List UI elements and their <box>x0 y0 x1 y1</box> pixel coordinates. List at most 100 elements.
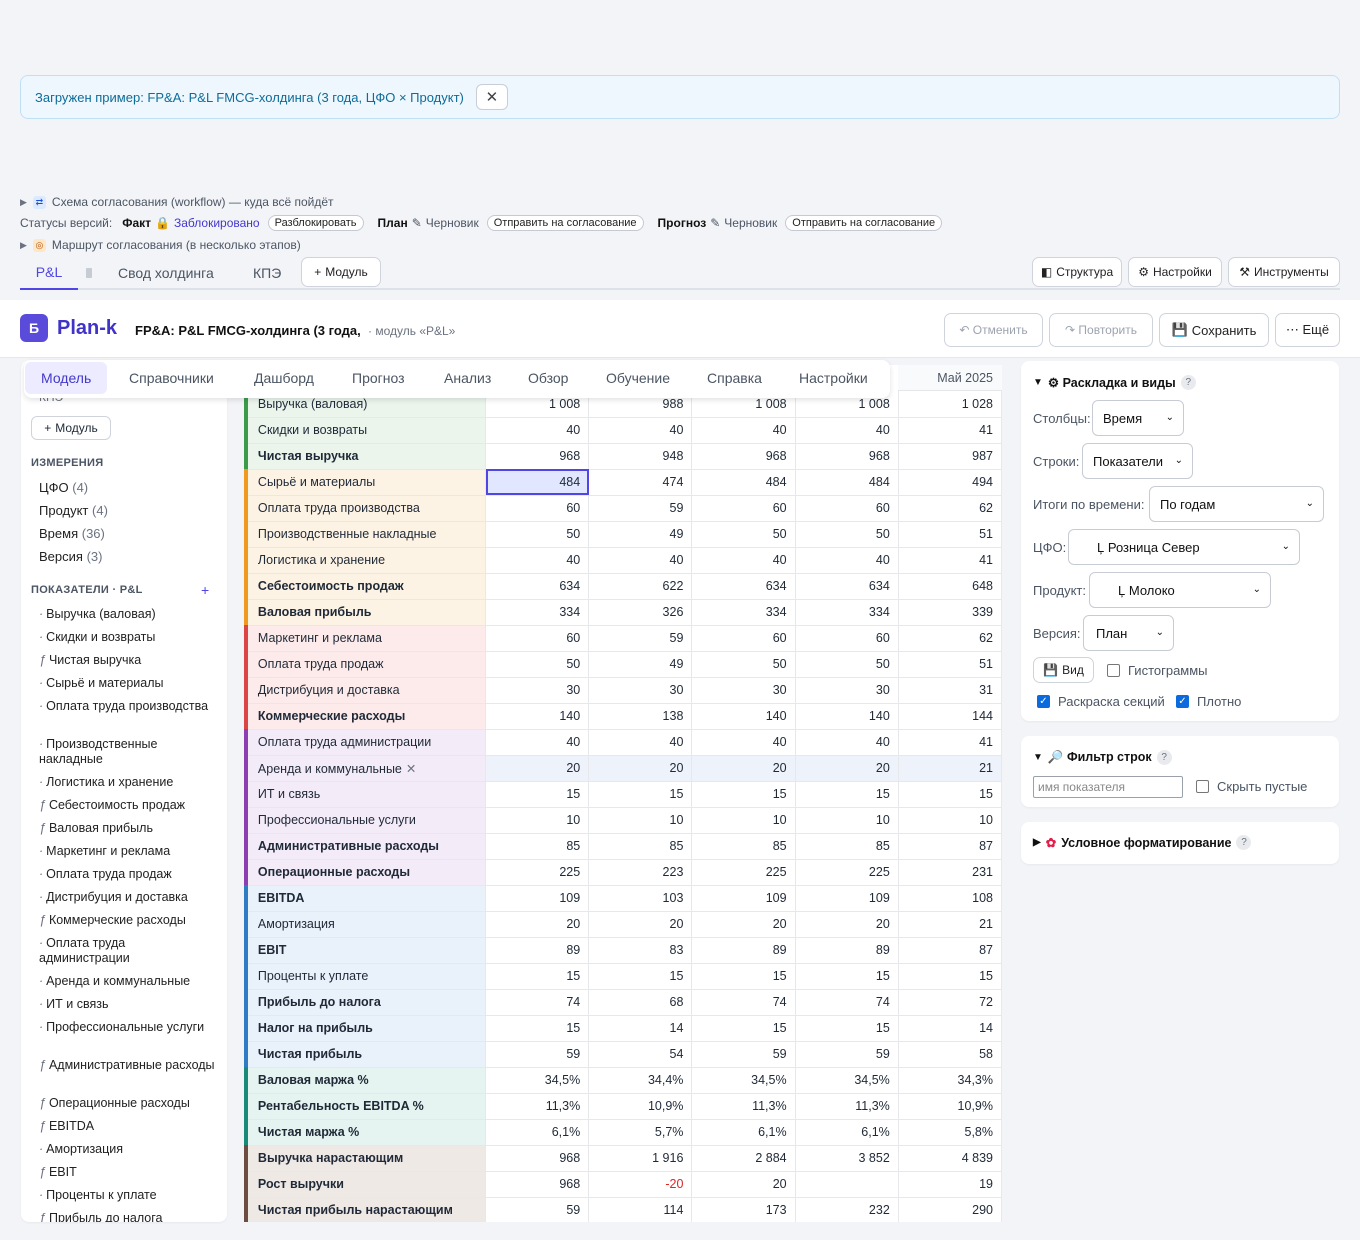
submit-approval-button[interactable]: Отправить на согласование <box>785 215 943 231</box>
view-button[interactable]: 💾 Вид <box>1033 657 1094 683</box>
value-cell[interactable]: 40 <box>691 729 796 756</box>
value-cell[interactable]: 34,5% <box>485 1067 590 1094</box>
unlock-button[interactable]: Разблокировать <box>267 215 364 231</box>
value-cell[interactable]: 20 <box>588 755 693 782</box>
value-cell[interactable]: 49 <box>588 651 693 678</box>
section-colors-toggle[interactable]: ✓ Раскраска секций <box>1037 694 1165 709</box>
value-cell[interactable]: 50 <box>691 651 796 678</box>
row-label[interactable]: Рост выручки <box>247 1171 487 1198</box>
value-cell[interactable]: 140 <box>691 703 796 730</box>
indicator-item[interactable]: ƒ Коммерческие расходы <box>39 913 219 928</box>
value-cell[interactable]: 948 <box>588 443 693 470</box>
row-label[interactable]: Проценты к уплате <box>247 963 487 990</box>
row-label[interactable]: Выручка нарастающим <box>247 1145 487 1172</box>
value-cell[interactable]: 89 <box>795 937 899 964</box>
indicator-item[interactable]: · Оплата труда производства <box>39 699 219 714</box>
value-cell[interactable]: 60 <box>795 495 899 522</box>
value-cell[interactable]: 85 <box>485 833 590 860</box>
section-colors-checkbox[interactable]: ✓ <box>1037 695 1050 708</box>
value-cell[interactable]: 15 <box>691 1015 796 1042</box>
value-cell[interactable]: 58 <box>898 1041 1002 1068</box>
value-cell[interactable]: 144 <box>898 703 1002 730</box>
indicator-item[interactable]: ƒ Чистая выручка <box>39 653 219 668</box>
value-cell[interactable]: 50 <box>485 651 590 678</box>
value-cell[interactable]: 20 <box>588 911 693 938</box>
value-cell[interactable]: 40 <box>691 417 796 444</box>
value-cell[interactable]: 14 <box>898 1015 1002 1042</box>
value-cell[interactable]: 11,3% <box>485 1093 590 1120</box>
value-cell[interactable]: 1 916 <box>588 1145 693 1172</box>
value-cell[interactable]: 60 <box>691 495 796 522</box>
menu-analysis[interactable]: Анализ <box>444 360 491 396</box>
value-cell[interactable]: 83 <box>588 937 693 964</box>
value-cell[interactable]: 15 <box>795 1015 899 1042</box>
row-label[interactable]: Маркетинг и реклама <box>247 625 487 652</box>
menu-overview[interactable]: Обзор <box>528 360 568 396</box>
value-cell[interactable]: 11,3% <box>691 1093 796 1120</box>
value-cell[interactable]: 225 <box>485 859 590 886</box>
value-cell[interactable]: 74 <box>691 989 796 1016</box>
value-cell[interactable]: 108 <box>898 885 1002 912</box>
value-cell[interactable]: 10 <box>795 807 899 834</box>
remove-icon[interactable]: ✕ <box>406 762 416 776</box>
columns-select[interactable]: Время ⌄ <box>1092 400 1184 436</box>
value-cell[interactable]: 5,7% <box>588 1119 693 1146</box>
value-cell[interactable]: 89 <box>691 937 796 964</box>
value-cell[interactable]: 109 <box>795 885 899 912</box>
value-cell[interactable]: 21 <box>898 755 1002 782</box>
settings-button[interactable]: ⚙ Настройки <box>1128 257 1222 287</box>
value-cell[interactable]: 30 <box>691 677 796 704</box>
value-cell[interactable]: 968 <box>795 443 899 470</box>
value-cell[interactable]: 138 <box>588 703 693 730</box>
value-cell[interactable]: 30 <box>485 677 590 704</box>
help-icon[interactable]: ? <box>1156 750 1172 765</box>
value-cell[interactable]: 11,3% <box>795 1093 899 1120</box>
tools-button[interactable]: ⚒ Инструменты <box>1228 257 1340 287</box>
workflow-schema-toggle[interactable]: ▶ ⇄ Схема согласования (workflow) — куда… <box>20 195 334 209</box>
value-cell[interactable]: 40 <box>588 417 693 444</box>
value-cell[interactable]: 59 <box>588 495 693 522</box>
value-cell[interactable]: 68 <box>588 989 693 1016</box>
value-cell[interactable]: 20 <box>691 1171 796 1198</box>
version-select[interactable]: План ⌄ <box>1083 615 1174 651</box>
value-cell[interactable]: 4 839 <box>898 1145 1002 1172</box>
row-label[interactable]: Чистая выручка <box>247 443 487 470</box>
value-cell[interactable]: 634 <box>485 573 590 600</box>
value-cell[interactable]: 50 <box>795 651 899 678</box>
value-cell[interactable]: 15 <box>795 781 899 808</box>
menu-forecast[interactable]: Прогноз <box>352 360 405 396</box>
value-cell[interactable]: 10,9% <box>588 1093 693 1120</box>
dimension-item[interactable]: Время (36) <box>39 526 105 541</box>
value-cell[interactable]: 41 <box>898 417 1002 444</box>
indicator-item[interactable]: · Дистрибуция и доставка <box>39 890 219 905</box>
row-label[interactable]: Валовая прибыль <box>247 599 487 626</box>
value-cell[interactable]: 968 <box>485 1171 590 1198</box>
indicator-item[interactable]: · Профессиональные услуги <box>39 1020 219 1035</box>
undo-button[interactable]: ↶ Отменить <box>944 313 1043 347</box>
value-cell[interactable]: 34,3% <box>898 1067 1002 1094</box>
value-cell[interactable]: 85 <box>795 833 899 860</box>
value-cell[interactable]: 20 <box>795 755 899 782</box>
value-cell[interactable]: 232 <box>795 1197 899 1222</box>
column-header-may-2025[interactable]: Май 2025 <box>898 365 1002 391</box>
indicator-item[interactable]: ƒ Валовая прибыль <box>39 821 219 836</box>
value-cell[interactable]: 15 <box>898 963 1002 990</box>
indicator-item[interactable]: · Выручка (валовая) <box>39 607 219 622</box>
row-label[interactable]: Операционные расходы <box>247 859 487 886</box>
value-cell[interactable]: 40 <box>485 547 590 574</box>
value-cell[interactable]: 60 <box>795 625 899 652</box>
indicator-item[interactable]: ƒ EBIT <box>39 1165 219 1180</box>
value-cell[interactable]: 339 <box>898 599 1002 626</box>
value-cell[interactable]: 89 <box>485 937 590 964</box>
dimension-item[interactable]: ЦФО (4) <box>39 480 88 495</box>
add-indicator-button[interactable]: + <box>201 582 209 598</box>
value-cell[interactable]: 40 <box>588 729 693 756</box>
value-cell[interactable]: 20 <box>485 755 590 782</box>
row-label[interactable]: Дистрибуция и доставка <box>247 677 487 704</box>
indicator-item[interactable]: · Оплата труда продаж <box>39 867 219 882</box>
document-title[interactable]: FP&A: P&L FMCG-холдинга (3 года, ЦФО × П… <box>135 323 363 338</box>
value-cell[interactable]: 59 <box>588 625 693 652</box>
value-cell[interactable]: 51 <box>898 651 1002 678</box>
value-cell[interactable]: 60 <box>485 625 590 652</box>
value-cell[interactable]: 74 <box>795 989 899 1016</box>
